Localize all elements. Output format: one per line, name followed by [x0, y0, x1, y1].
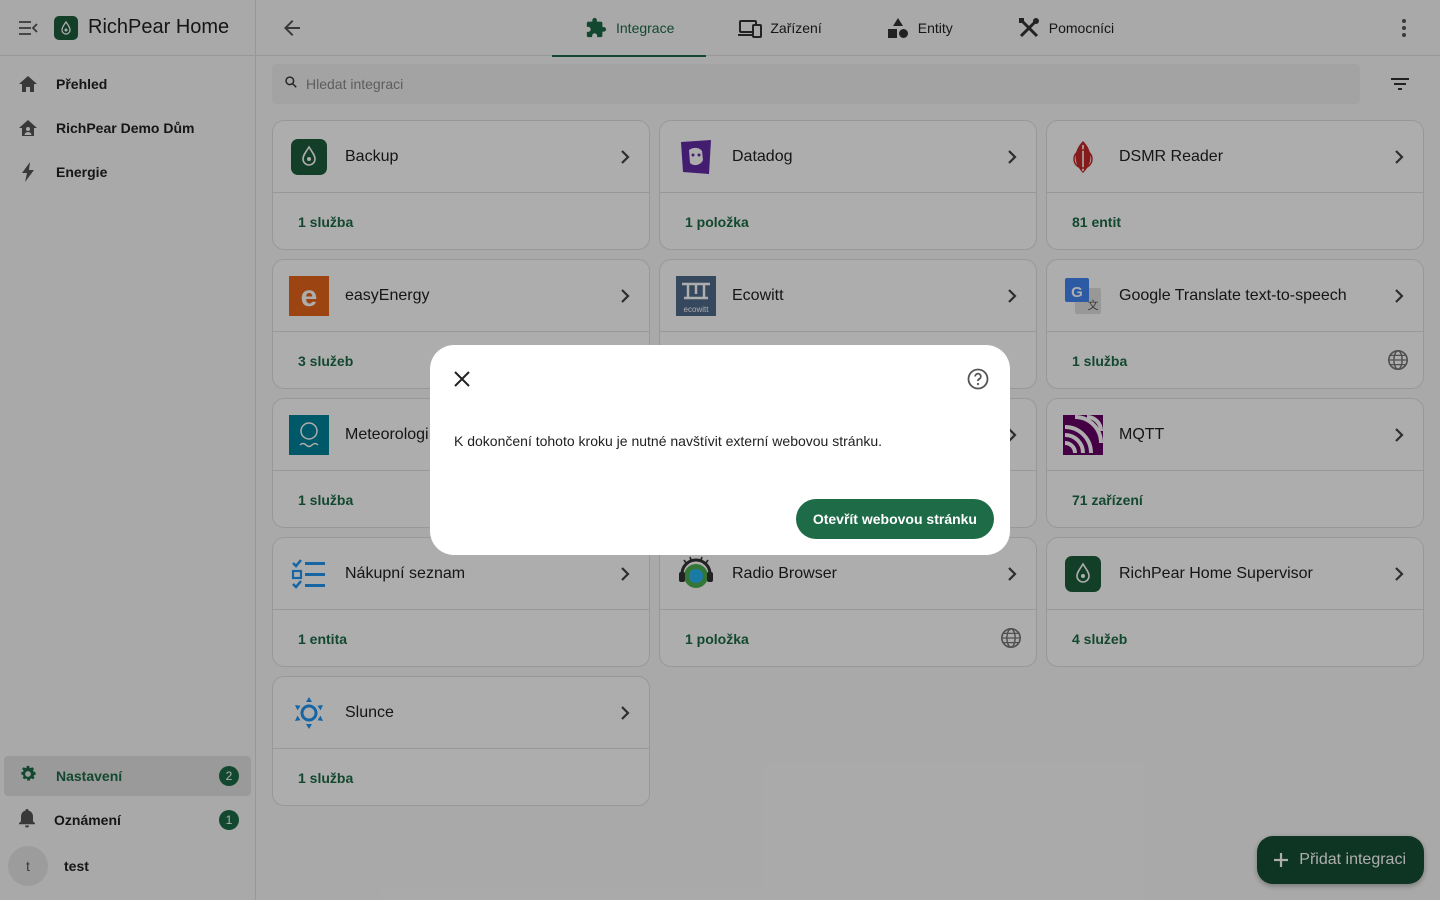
- external-step-dialog: K dokončení tohoto kroku je nutné navští…: [430, 345, 1010, 555]
- help-icon[interactable]: [966, 367, 990, 391]
- open-website-button[interactable]: Otevřít webovou stránku: [795, 499, 994, 539]
- close-icon[interactable]: [450, 367, 474, 391]
- dialog-message: K dokončení tohoto kroku je nutné navští…: [454, 433, 883, 449]
